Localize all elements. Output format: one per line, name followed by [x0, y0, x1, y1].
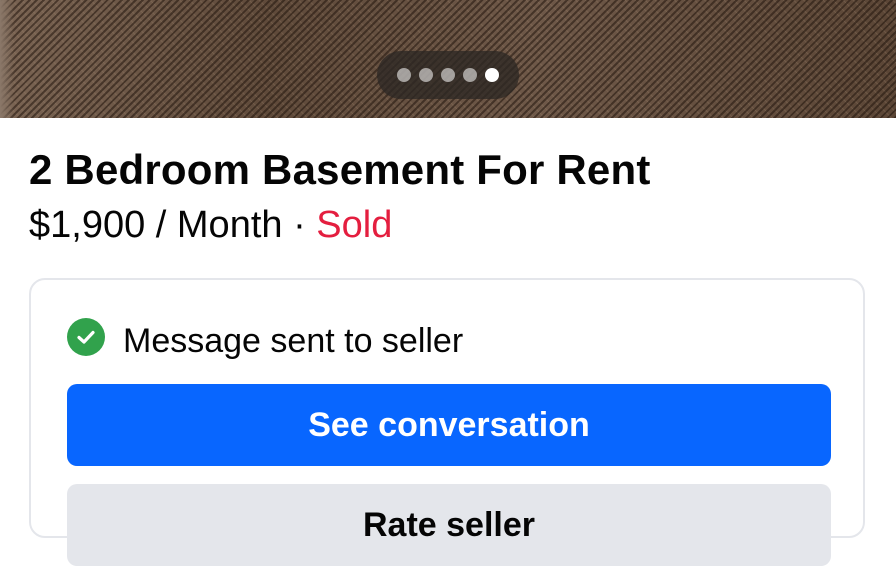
- carousel-dot: [419, 68, 433, 82]
- listing-title: 2 Bedroom Basement For Rent: [29, 146, 651, 193]
- listing-photo[interactable]: [0, 0, 896, 118]
- sold-status: Sold: [316, 204, 393, 246]
- see-conversation-button[interactable]: See conversation: [67, 384, 831, 466]
- rate-seller-button[interactable]: Rate seller: [67, 484, 831, 566]
- seller-message-card: Message sent to seller See conversation …: [29, 278, 865, 566]
- price-separator: ·: [282, 204, 317, 246]
- carousel-indicator: [377, 51, 519, 99]
- message-sent-status: Message sent to seller: [123, 322, 464, 360]
- carousel-dot: [441, 68, 455, 82]
- listing-price: $1,900 / Month: [29, 204, 283, 246]
- carousel-dot-active: [485, 68, 499, 82]
- carousel-dot: [397, 68, 411, 82]
- photo-edge-shading: [0, 0, 14, 118]
- check-circle-icon: [67, 318, 105, 356]
- carousel-dot: [463, 68, 477, 82]
- listing-price-line: $1,900 / Month · Sold: [29, 204, 392, 247]
